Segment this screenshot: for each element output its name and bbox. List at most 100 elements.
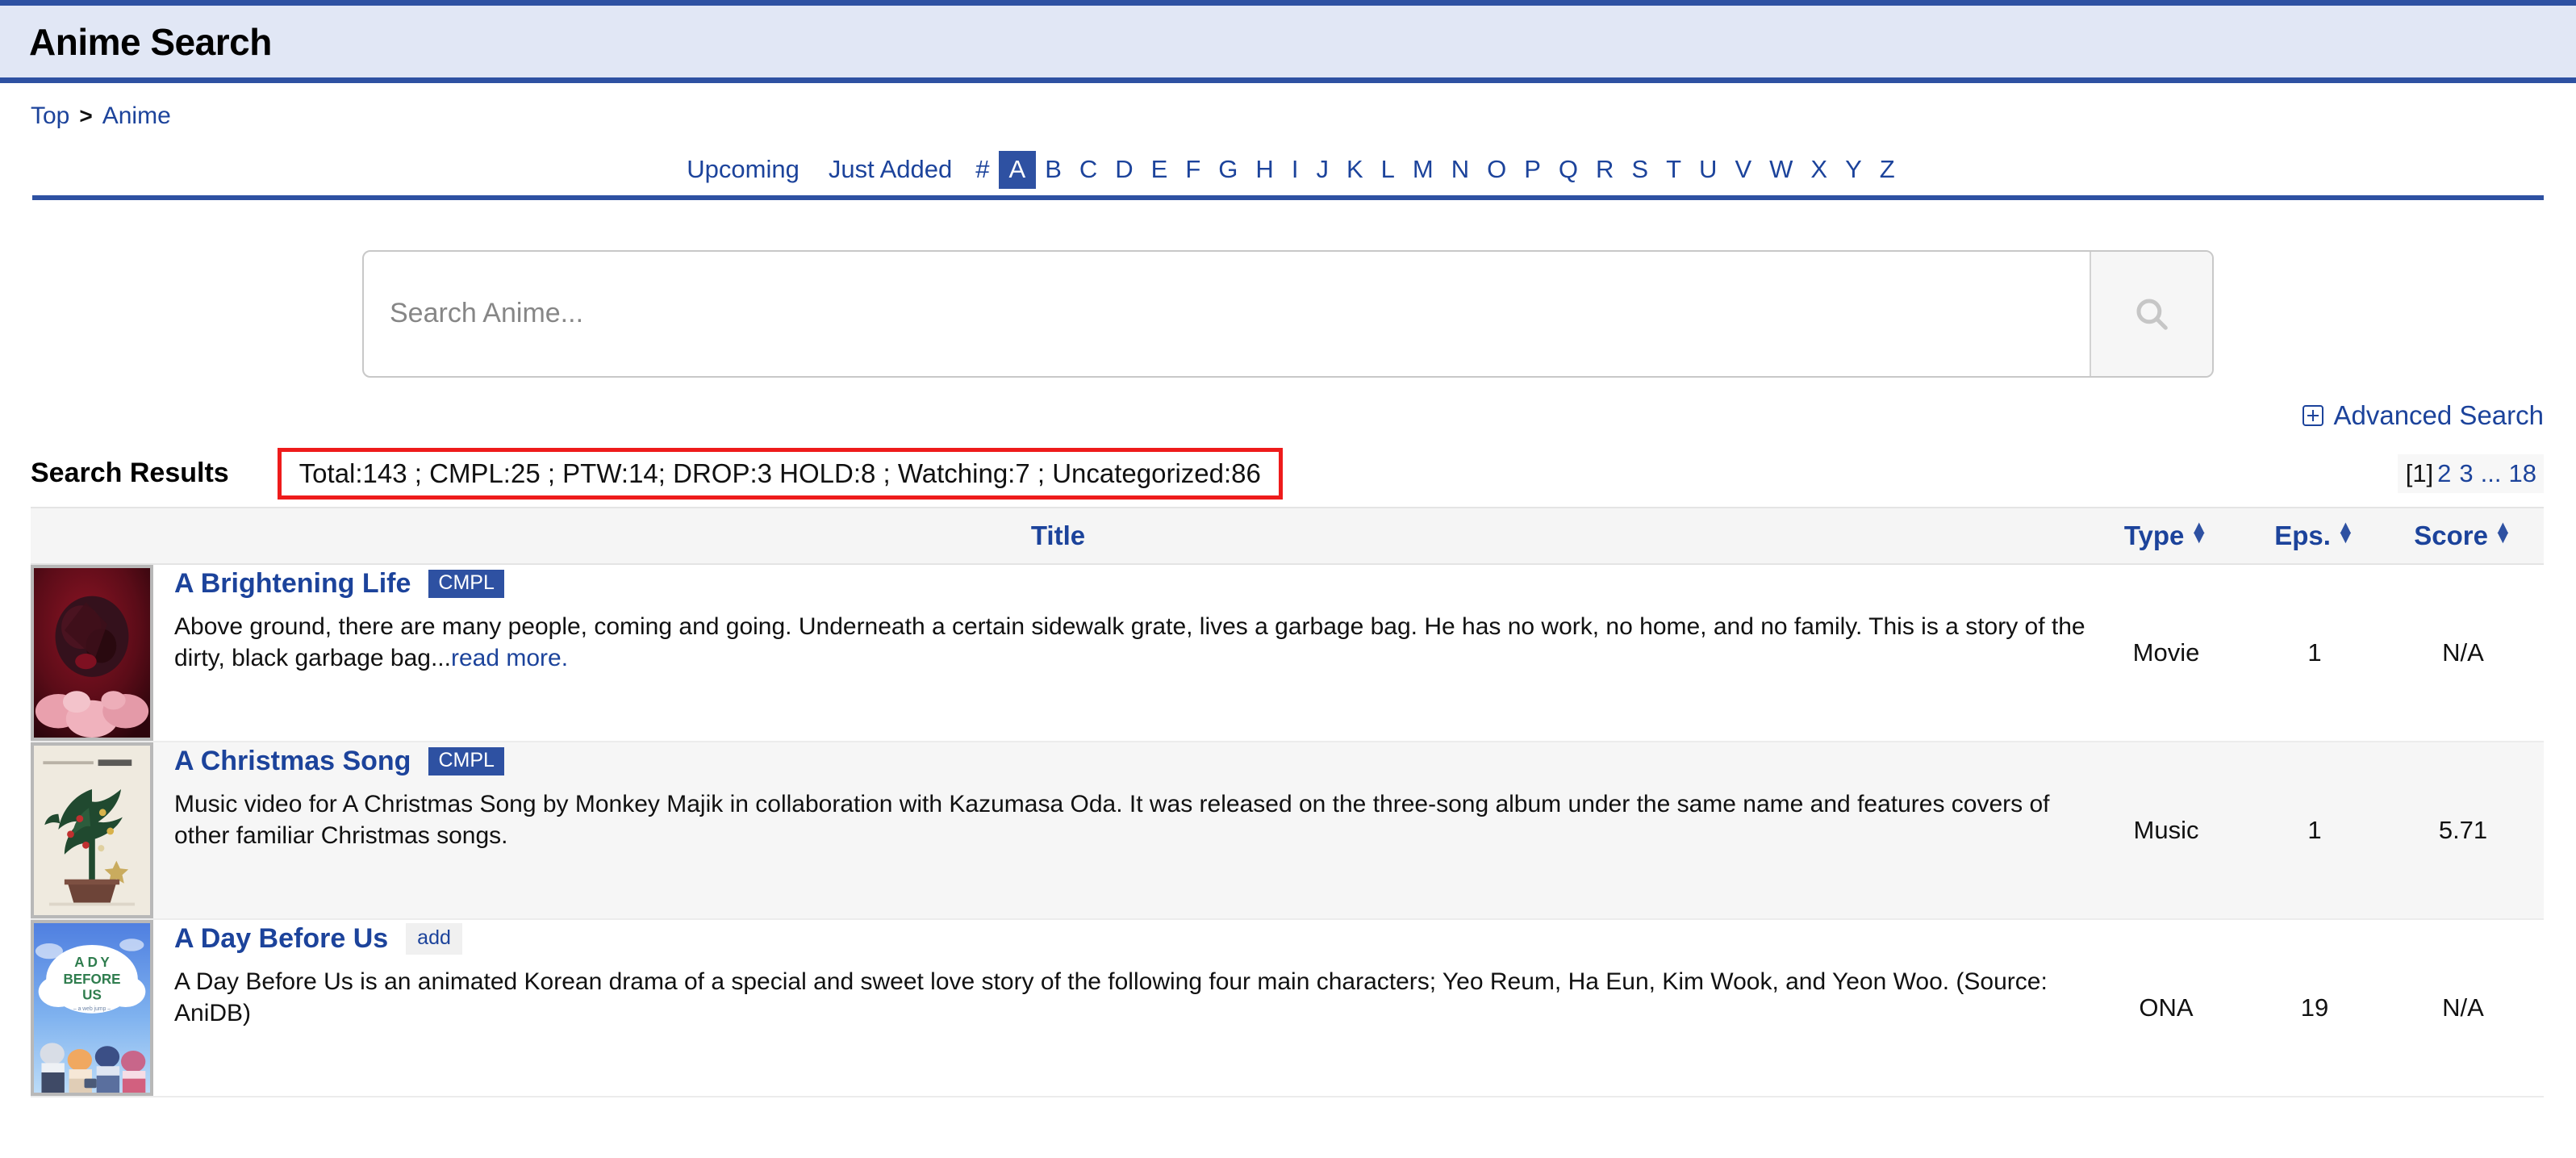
alpha-nav-item-g[interactable]: G [1209, 151, 1246, 189]
pagination: [1] 2 3... 18 [2397, 454, 2544, 493]
alpha-nav-item-m[interactable]: M [1404, 151, 1442, 189]
alpha-nav-container: Upcoming Just Added # A B C D E F G H I J K L M N O P Q R S T U… [0, 151, 2576, 200]
plus-box-icon [2303, 404, 2324, 426]
advanced-search-label: Advanced Search [2333, 399, 2544, 430]
anime-thumbnail[interactable] [31, 742, 153, 918]
table-row: A Christmas Song CMPL Music video for A Ch… [31, 741, 2544, 920]
alpha-nav-item-i[interactable]: I [1283, 151, 1308, 189]
pagination-page-2[interactable]: 2 [2433, 459, 2455, 487]
pagination-page-3[interactable]: 3 [2455, 459, 2477, 487]
title-cell: A D Y BEFORE US – a web jump – A Day Bef… [31, 918, 2085, 1097]
alpha-nav-item-v[interactable]: V [1726, 151, 1760, 189]
alpha-nav-item-h[interactable]: H [1246, 151, 1282, 189]
breadcrumb-link-anime[interactable]: Anime [102, 102, 171, 129]
pagination-page-last[interactable]: 18 [2505, 459, 2541, 487]
results-table-head: Title Type ▲ ▼ Eps. ▲ ▼ Score ▲ ▼ [31, 506, 2544, 565]
anime-title-link[interactable]: A Brightening Life [174, 568, 411, 600]
entry-head: A Day Before Us add [174, 922, 2085, 955]
alpha-nav-item-k[interactable]: K [1338, 151, 1372, 189]
search-results-heading: Search Results [31, 458, 229, 489]
add-to-list-button[interactable]: add [406, 922, 462, 955]
alpha-nav-item-x[interactable]: X [1802, 151, 1836, 189]
alpha-nav-item-upcoming[interactable]: Upcoming [672, 151, 814, 189]
status-badge[interactable]: CMPL [428, 569, 504, 598]
alpha-nav-item-p[interactable]: P [1515, 151, 1550, 189]
breadcrumb-link-top[interactable]: Top [31, 102, 69, 129]
alpha-nav-item-b[interactable]: B [1036, 151, 1071, 189]
alpha-nav-item-y[interactable]: Y [1836, 151, 1871, 189]
anime-thumbnail[interactable] [31, 564, 153, 741]
column-header-score-label: Score [2414, 520, 2488, 550]
alpha-nav-item-a[interactable]: A [998, 151, 1037, 189]
type-cell: Music [2085, 741, 2247, 920]
results-bar: Search Results Total:143 ; CMPL:25 ; PTW… [0, 447, 2576, 500]
search-submit-button[interactable] [2090, 251, 2212, 376]
column-header-title: Title [31, 506, 2085, 565]
alpha-nav-item-d[interactable]: D [1106, 151, 1142, 189]
entry-head: A Christmas Song CMPL [174, 746, 2085, 777]
alpha-nav-item-o[interactable]: O [1478, 151, 1515, 189]
score-cell: N/A [2382, 563, 2544, 742]
pagination-current: [1] [2405, 458, 2434, 487]
column-header-type[interactable]: Type ▲ ▼ [2085, 506, 2247, 565]
column-header-eps[interactable]: Eps. ▲ ▼ [2247, 506, 2382, 565]
alpha-nav-item-just-added[interactable]: Just Added [814, 151, 967, 189]
entry-body: A Christmas Song CMPL Music video for A Ch… [174, 742, 2085, 852]
type-cell: ONA [2085, 918, 2247, 1097]
eps-cell: 1 [2247, 563, 2382, 742]
alpha-nav-item-j[interactable]: J [1307, 151, 1338, 189]
eps-cell: 19 [2247, 918, 2382, 1097]
alpha-nav-item-n[interactable]: N [1442, 151, 1478, 189]
advanced-search-link[interactable]: Advanced Search [2303, 400, 2544, 431]
page-title: Anime Search [29, 20, 272, 63]
page-header: Anime Search [0, 0, 2576, 83]
search-group [362, 249, 2214, 378]
alpha-nav-item-w[interactable]: W [1760, 151, 1802, 189]
entry-head: A Brightening Life CMPL [174, 568, 2085, 600]
alpha-nav-item-r[interactable]: R [1587, 151, 1622, 189]
type-cell: Movie [2085, 563, 2247, 742]
stats-summary: Total:143 ; CMPL:25 ; PTW:14; DROP:3 HOL… [277, 447, 1283, 500]
breadcrumb: Top > Anime [0, 83, 2576, 130]
svg-text:– a web jump –: – a web jump – [73, 1006, 111, 1012]
table-header-row: Title Type ▲ ▼ Eps. ▲ ▼ Score ▲ ▼ [31, 506, 2544, 565]
sort-arrows-icon: ▲ ▼ [2336, 516, 2355, 547]
result-entry: A D Y BEFORE US – a web jump – A Day Bef… [31, 919, 2085, 1096]
svg-text:BEFORE: BEFORE [63, 971, 120, 987]
alpha-nav-item-c[interactable]: C [1071, 151, 1106, 189]
alpha-nav-item-l[interactable]: L [1372, 151, 1404, 189]
alpha-nav-item-z[interactable]: Z [1871, 151, 1904, 189]
column-header-score[interactable]: Score ▲ ▼ [2382, 506, 2544, 565]
results-table-body: A Brightening Life CMPL Above ground, ther… [31, 563, 2544, 1097]
result-entry: A Christmas Song CMPL Music video for A Ch… [31, 742, 2085, 918]
alpha-nav-item-q[interactable]: Q [1550, 151, 1587, 189]
search-area [0, 249, 2576, 378]
status-badge[interactable]: CMPL [428, 746, 504, 775]
svg-text:A D Y: A D Y [74, 954, 110, 970]
score-cell: N/A [2382, 918, 2544, 1097]
anime-title-link[interactable]: A Christmas Song [174, 746, 411, 777]
anime-thumbnail[interactable]: A D Y BEFORE US – a web jump – [31, 919, 153, 1096]
alpha-nav-item-s[interactable]: S [1622, 151, 1657, 189]
alpha-nav-item-[interactable]: # [967, 151, 998, 189]
sort-arrows-icon: ▲ ▼ [2493, 516, 2512, 547]
alpha-nav-item-u[interactable]: U [1690, 151, 1726, 189]
column-header-eps-label: Eps. [2274, 520, 2331, 550]
search-icon [2131, 294, 2172, 334]
breadcrumb-separator: > [79, 103, 93, 128]
column-header-type-label: Type [2123, 520, 2185, 550]
anime-synopsis: Above ground, there are many people, com… [174, 611, 2085, 675]
alpha-nav-item-t[interactable]: T [1657, 151, 1690, 189]
synopsis-text: Music video for A Christmas Song by Monk… [174, 790, 2050, 850]
alpha-nav-item-f[interactable]: F [1176, 151, 1209, 189]
anime-synopsis: A Day Before Us is an animated Korean dr… [174, 966, 2085, 1030]
svg-text:US: US [82, 986, 102, 1002]
entry-body: A Day Before Us add A Day Before Us is an … [174, 920, 2085, 1030]
anime-title-link[interactable]: A Day Before Us [174, 923, 388, 955]
results-table: Title Type ▲ ▼ Eps. ▲ ▼ Score ▲ ▼ A Brightenin… [31, 506, 2544, 1097]
alpha-nav: Upcoming Just Added # A B C D E F G H I J K L M N O P Q R S T U… [32, 151, 2544, 200]
read-more-link[interactable]: read more. [451, 645, 568, 671]
column-header-title-label: Title [1030, 520, 1086, 550]
search-input[interactable] [364, 251, 2090, 376]
alpha-nav-item-e[interactable]: E [1142, 151, 1177, 189]
